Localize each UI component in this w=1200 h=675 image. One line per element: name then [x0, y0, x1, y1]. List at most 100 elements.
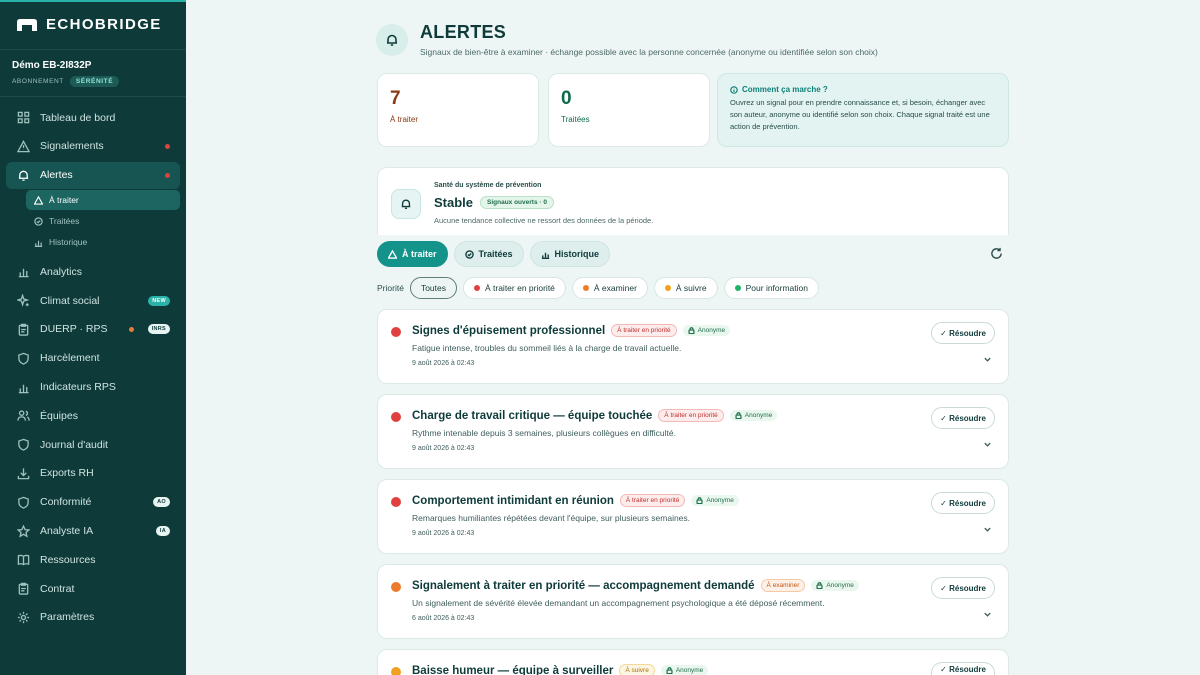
filter-examine[interactable]: À examiner [571, 277, 648, 299]
sidebar-item-label: Équipes [40, 409, 78, 422]
expand-button[interactable] [983, 351, 993, 362]
tab-done[interactable]: Traitées [453, 241, 524, 267]
stat-card-done: 0 Traitées [548, 73, 710, 147]
refresh-button[interactable] [990, 247, 1004, 261]
lock-icon [816, 582, 823, 589]
bar-chart-icon [541, 252, 549, 259]
alert-card[interactable]: Signalement à traiter en priorité — acco… [377, 564, 1009, 639]
sidebar-item-reports[interactable]: Signalements [6, 133, 180, 160]
sidebar-item-label: Ressources [40, 553, 96, 566]
sidebar-item-resources[interactable]: Ressources [6, 546, 180, 573]
alert-card[interactable]: Signes d'épuisement professionnel À trai… [377, 309, 1009, 384]
notification-dot [165, 143, 170, 149]
anonymous-label: Anonyme [675, 667, 704, 674]
anonymous-badge: Anonyme [691, 495, 739, 506]
filter-info[interactable]: Pour information [723, 277, 819, 299]
star-icon [16, 524, 30, 538]
sidebar-item-analytics[interactable]: Analytics [6, 258, 180, 285]
sidebar-item-indicators[interactable]: Indicateurs RPS [6, 374, 180, 401]
tab-todo[interactable]: À traiter [377, 241, 448, 267]
alert-description: Un signalement de sévérité élevée demand… [412, 598, 825, 608]
sidebar-item-label: Alertes [40, 169, 73, 182]
page-header: ALERTES Signaux de bien-être à examiner … [376, 22, 878, 57]
lock-icon [666, 667, 673, 674]
resolve-button[interactable]: ✓ Résoudre [931, 322, 995, 344]
download-icon [16, 466, 30, 480]
sidebar-subitem-todo[interactable]: À traiter [26, 190, 180, 211]
sidebar-subitem-history[interactable]: Historique [26, 232, 180, 252]
sidebar-item-teams[interactable]: Équipes [6, 402, 180, 429]
plan-badge: SÉRÉNITÉ [69, 76, 120, 87]
account-info: Démo EB-2I832P ABONNEMENT SÉRÉNITÉ [12, 60, 120, 87]
sidebar-item-harassment[interactable]: Harcèlement [6, 345, 180, 372]
alert-card[interactable]: Comportement intimidant en réunion À tra… [377, 479, 1009, 554]
resolve-button[interactable]: ✓ Résoudre [931, 407, 995, 429]
warning-icon [16, 139, 30, 153]
stat-value: 7 [390, 88, 401, 109]
sidebar-item-label: DUERP · RPS [40, 323, 108, 336]
sidebar-item-alerts[interactable]: Alertes [6, 161, 180, 189]
brand-logo[interactable]: ECHOBRIDGE [16, 16, 162, 33]
prevention-health-card: Santé du système de prévention Stable Si… [377, 167, 1009, 235]
priority-dot [391, 582, 401, 592]
sidebar-item-dashboard[interactable]: Tableau de bord [6, 104, 180, 131]
chevron-down-icon [984, 442, 991, 447]
health-description: Aucune tendance collective ne ressort de… [434, 216, 654, 225]
filters-label: Priorité [377, 283, 404, 293]
priority-badge: À examiner [760, 579, 806, 592]
main-content: ALERTES Signaux de bien-être à examiner … [186, 0, 1200, 675]
resolve-button[interactable]: ✓ Résoudre [931, 492, 995, 514]
sidebar-item-contract[interactable]: Contrat [6, 575, 180, 602]
anonymous-badge: Anonyme [811, 580, 859, 591]
alert-title: Baisse humeur — équipe à surveiller [412, 664, 614, 675]
check-circle-icon [464, 249, 474, 259]
sidebar-subitem-done[interactable]: Traitées [26, 211, 180, 231]
gear-icon [16, 610, 30, 624]
anonymous-badge: Anonyme [729, 410, 778, 421]
sidebar: ECHOBRIDGE Démo EB-2I832P ABONNEMENT SÉR… [0, 0, 186, 675]
priority-dot [664, 285, 671, 291]
chip-label: Toutes [420, 283, 446, 293]
expand-button[interactable] [983, 436, 993, 447]
tab-label: À traiter [402, 249, 437, 259]
stat-label: Traitées [561, 115, 590, 124]
sidebar-item-audit[interactable]: Journal d'audit [6, 431, 180, 458]
alert-card[interactable]: Charge de travail critique — équipe touc… [377, 394, 1009, 469]
chevron-down-icon [984, 612, 991, 617]
sidebar-item-label: Analytics [40, 265, 83, 278]
expand-button[interactable] [983, 606, 993, 617]
expand-button[interactable] [983, 521, 993, 532]
sidebar-subitem-label: Traitées [49, 216, 80, 227]
filter-all[interactable]: Toutes [409, 277, 457, 299]
sidebar-item-label: Harcèlement [40, 352, 100, 365]
sidebar-item-exports[interactable]: Exports RH [6, 460, 180, 487]
sidebar-nav: Tableau de bord Signalements Alertes À t… [6, 104, 180, 633]
filter-priority[interactable]: À traiter en priorité [462, 277, 566, 299]
sidebar-item-label: Indicateurs RPS [40, 381, 116, 394]
sidebar-item-compliance[interactable]: Conformité AO [6, 489, 180, 516]
resolve-button[interactable]: ✓ Résoudre [931, 662, 995, 675]
alert-date: 6 août 2026 à 02:43 [412, 615, 475, 622]
anonymous-badge: Anonyme [660, 665, 709, 675]
tab-label: Historique [554, 249, 600, 259]
sidebar-item-ai[interactable]: Analyste IA IA [6, 518, 180, 545]
sidebar-item-duerp[interactable]: DUERP · RPS INRS [6, 316, 180, 343]
page-subtitle: Signaux de bien-être à examiner · échang… [420, 47, 878, 57]
how-text: Ouvrez un signal pour en prendre connais… [730, 98, 990, 131]
inrs-badge: INRS [147, 324, 170, 335]
alert-card[interactable]: Baisse humeur — équipe à surveiller À su… [377, 649, 1009, 675]
filter-follow[interactable]: À suivre [653, 277, 718, 299]
users-icon [16, 409, 30, 423]
alert-tabs: À traiter Traitées Historique [377, 241, 611, 267]
resolve-button[interactable]: ✓ Résoudre [931, 577, 995, 599]
clipboard-icon [16, 582, 30, 596]
notification-dot [165, 172, 170, 178]
alert-title: Charge de travail critique — équipe touc… [412, 409, 653, 422]
tab-history[interactable]: Historique [529, 241, 611, 267]
how-title: Comment ça marche ? [742, 85, 828, 94]
sidebar-item-climate[interactable]: Climat social NEW [6, 287, 180, 314]
sidebar-item-settings[interactable]: Paramètres [6, 604, 180, 631]
sidebar-item-label: Exports RH [40, 467, 94, 480]
sidebar-accent-line [0, 0, 186, 2]
alert-title: Signalement à traiter en priorité — acco… [412, 579, 755, 592]
